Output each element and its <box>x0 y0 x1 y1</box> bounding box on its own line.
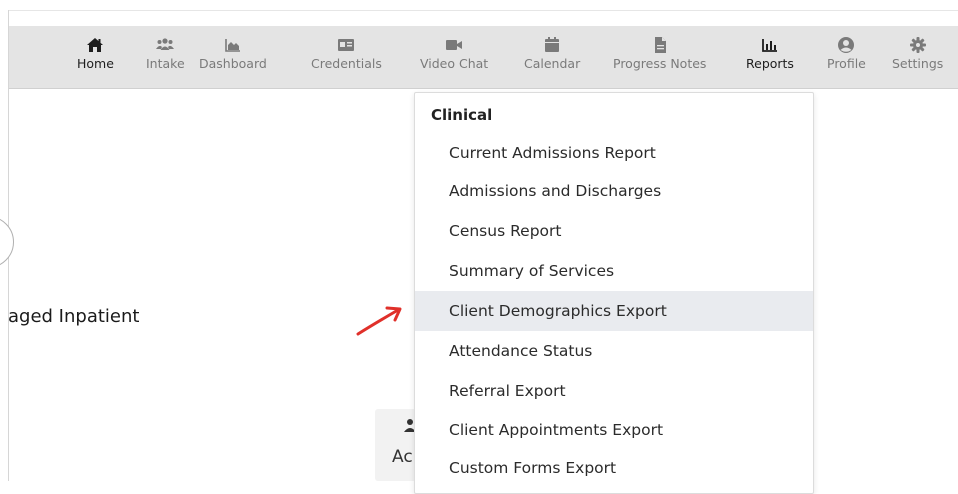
nav-credentials[interactable]: Credentials <box>311 36 382 80</box>
menu-item-admissions-and-discharges[interactable]: Admissions and Discharges <box>415 171 813 211</box>
background-card-label: Ac <box>392 447 413 467</box>
nav-progress-notes-label: Progress Notes <box>613 56 707 71</box>
calendar-icon <box>545 37 560 52</box>
nav-intake[interactable]: Intake <box>146 36 185 80</box>
background-circle-control[interactable] <box>0 216 14 268</box>
menu-item-summary-of-services[interactable]: Summary of Services <box>415 251 813 291</box>
nav-video-chat[interactable]: Video Chat <box>420 36 488 80</box>
nav-progress-notes[interactable]: Progress Notes <box>613 36 706 80</box>
annotation-arrow-icon <box>356 306 402 336</box>
background-heading: aged Inpatient <box>8 306 140 327</box>
nav-calendar-label: Calendar <box>524 56 581 71</box>
users-icon <box>156 38 175 50</box>
menu-item-client-demographics-export[interactable]: Client Demographics Export <box>415 291 813 331</box>
menu-item-attendance-status[interactable]: Attendance Status <box>415 331 813 371</box>
user-circle-icon <box>838 37 855 53</box>
nav-profile-label: Profile <box>827 56 866 71</box>
top-navbar: Home Intake Dashboard Credentials Video … <box>9 26 958 89</box>
nav-settings[interactable]: Settings <box>892 36 943 80</box>
nav-credentials-label: Credentials <box>311 56 382 71</box>
home-icon <box>87 38 104 52</box>
menu-item-client-appointments-export[interactable]: Client Appointments Export <box>415 410 813 450</box>
gear-icon <box>909 37 926 53</box>
nav-reports[interactable]: Reports <box>746 36 794 80</box>
top-divider <box>8 10 958 11</box>
reports-dropdown-menu: Clinical Current Admissions Report Admis… <box>414 92 814 494</box>
file-icon <box>654 37 666 53</box>
nav-dashboard[interactable]: Dashboard <box>199 36 267 80</box>
nav-video-chat-label: Video Chat <box>420 56 489 71</box>
nav-dashboard-label: Dashboard <box>199 56 267 71</box>
menu-item-current-admissions-report[interactable]: Current Admissions Report <box>415 133 813 173</box>
menu-item-referral-export[interactable]: Referral Export <box>415 371 813 411</box>
nav-home[interactable]: Home <box>77 36 114 80</box>
id-card-icon <box>338 39 355 51</box>
menu-item-custom-forms-export[interactable]: Custom Forms Export <box>415 448 813 488</box>
nav-reports-label: Reports <box>746 56 794 71</box>
nav-profile[interactable]: Profile <box>827 36 866 80</box>
nav-intake-label: Intake <box>146 56 185 71</box>
nav-calendar[interactable]: Calendar <box>524 36 580 80</box>
menu-section-clinical: Clinical <box>431 106 493 124</box>
area-chart-icon <box>225 39 240 52</box>
video-camera-icon <box>446 40 463 50</box>
nav-settings-label: Settings <box>892 56 944 71</box>
menu-item-census-report[interactable]: Census Report <box>415 211 813 251</box>
nav-home-label: Home <box>77 56 114 71</box>
bar-chart-icon <box>762 39 777 52</box>
